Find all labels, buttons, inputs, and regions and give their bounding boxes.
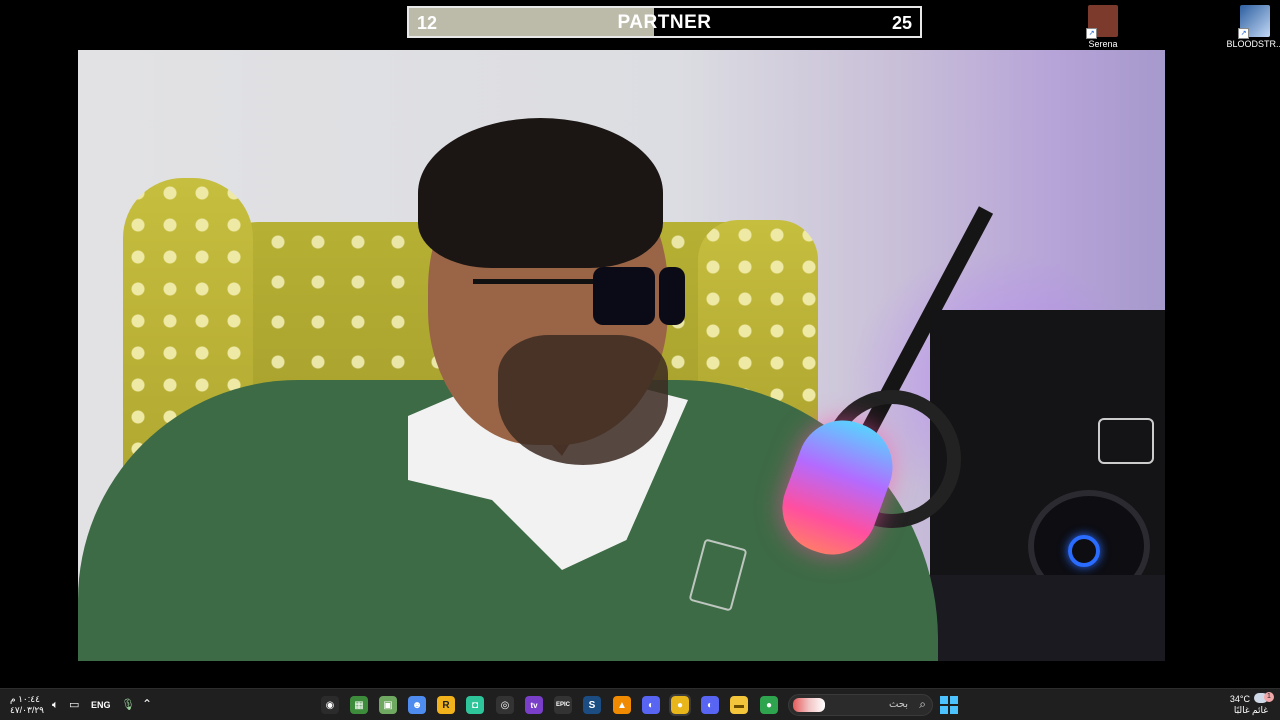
shortcut-arrow-icon: ↗ xyxy=(1086,28,1097,39)
steam-icon[interactable]: S xyxy=(583,696,601,714)
weather-temperature: 34°C xyxy=(1229,694,1250,704)
box-logo xyxy=(1098,418,1154,464)
search-placeholder: بحث xyxy=(888,699,908,710)
discord-nitro-icon[interactable]: ☻ xyxy=(408,696,426,714)
desktop-icon-caption: BLOODSTR... xyxy=(1226,39,1280,49)
weather-widget[interactable]: 34°C غائم غالبًا xyxy=(1230,692,1268,716)
partner-progress-bar: 12 PARTNER 25 xyxy=(407,6,922,38)
file-explorer-icon[interactable]: ▬ xyxy=(730,696,748,714)
clock-date: ٤٧/٠٣/٢٩ xyxy=(10,705,45,715)
microphone-icon[interactable]: 🎙︎ xyxy=(121,698,135,711)
chrome-icon[interactable]: ● xyxy=(669,694,691,716)
vlc-icon[interactable]: ▲ xyxy=(613,696,631,714)
person-hair xyxy=(418,118,663,268)
desktop-icon-caption: Serena xyxy=(1088,39,1118,49)
bloodstrike-icon: ↗ xyxy=(1238,5,1270,39)
clock[interactable]: ١٠:٤٤ م ٤٧/٠٣/٢٩ xyxy=(10,694,44,716)
person-beard xyxy=(498,335,668,465)
desktop-icon-serena[interactable]: ↗ Serena xyxy=(1073,5,1133,49)
discord-secondary-icon[interactable]: ◐ xyxy=(701,696,719,714)
game-icon[interactable]: ◘ xyxy=(466,696,484,714)
rockstar-icon[interactable]: R xyxy=(437,696,455,714)
obs-icon[interactable]: ◉ xyxy=(321,696,339,714)
epic-games-icon[interactable]: EPIC xyxy=(554,696,572,714)
search-highlight-thumbnail xyxy=(793,698,825,712)
taskbar: ١٠:٤٤ م ٤٧/٠٣/٢٩ 🔈︎ ▭ ENG 🎙︎ ⌃ ◉ ▦ ▣ ☻ R… xyxy=(0,688,1280,720)
search-box[interactable]: بحث ⌕ xyxy=(788,694,933,716)
headset-led xyxy=(1068,535,1100,567)
tv-icon[interactable]: tv xyxy=(525,696,543,714)
progress-right-value: 25 xyxy=(891,13,912,33)
minecraft-icon[interactable]: ▦ xyxy=(350,696,368,714)
glasses-frame xyxy=(473,279,598,284)
volume-icon[interactable]: 🔈︎ xyxy=(52,699,59,712)
creeper-icon[interactable]: ▣ xyxy=(379,696,397,714)
search-icon: ⌕ xyxy=(919,697,926,711)
chrome-secondary-icon[interactable]: ● xyxy=(760,696,778,714)
weather-alert-badge: 1 xyxy=(1264,692,1274,702)
sunglasses xyxy=(473,265,688,325)
language-indicator[interactable]: ENG xyxy=(91,700,111,710)
discord-icon[interactable]: ◐ xyxy=(642,696,660,714)
shortcut-arrow-icon: ↗ xyxy=(1238,28,1249,39)
clock-time: ١٠:٤٤ م xyxy=(10,694,40,704)
windows-start-icon[interactable] xyxy=(940,696,958,714)
glasses-lens xyxy=(593,267,655,325)
app-icon[interactable]: ◎ xyxy=(496,696,514,714)
weather-description: غائم غالبًا xyxy=(1233,705,1268,715)
network-icon[interactable]: ▭ xyxy=(69,698,79,711)
chevron-up-icon[interactable]: ⌃ xyxy=(142,697,152,711)
progress-label: PARTNER xyxy=(617,12,712,33)
serena-icon: ↗ xyxy=(1086,5,1118,39)
glasses-lens xyxy=(659,267,685,325)
desktop-icon-bloodstrike[interactable]: ↗ BLOODSTR... xyxy=(1225,5,1280,49)
webcam-feed xyxy=(78,50,1165,661)
